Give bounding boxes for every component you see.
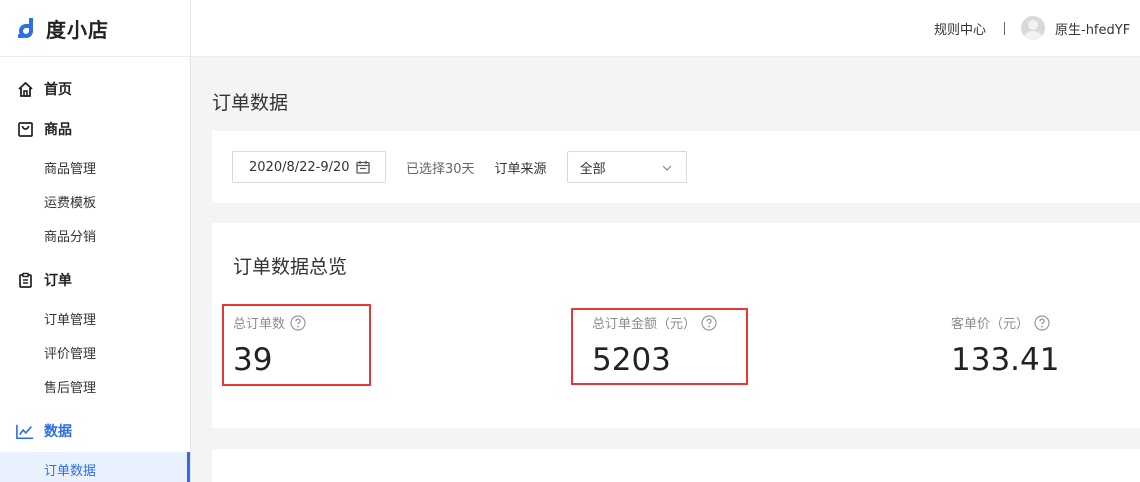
filter-bar: 2020/8/22-9/20 已选择30天 订单来源 全部 [212, 131, 1140, 203]
selected-range-note: 已选择30天 [406, 161, 475, 177]
help-icon[interactable] [701, 314, 717, 331]
metric-value: 5203 [592, 342, 671, 378]
sidebar-item-order-data[interactable]: 订单数据 [0, 452, 190, 482]
sidebar-group-data[interactable]: 数据 [0, 417, 190, 445]
user-name[interactable]: 原生-hfedYF [1055, 19, 1140, 38]
next-section-card [212, 449, 1140, 482]
metric-label-text: 客单价（元） [951, 317, 1030, 332]
metric-value: 133.41 [951, 342, 1060, 378]
sidebar-nav: 首页 商品 商品管理 运费模板 商品分销 订单 订单管理 评价管理 售后管理 数… [0, 57, 190, 482]
date-range-picker[interactable]: 2020/8/22-9/20 [232, 151, 386, 183]
help-icon[interactable] [290, 314, 306, 331]
sidebar-item-goods-manage[interactable]: 商品管理 [0, 150, 190, 184]
line-chart-icon [16, 422, 34, 440]
date-range-value: 2020/8/22-9/20 [249, 159, 350, 175]
app-logo[interactable]: 度小店 [0, 0, 190, 57]
metric-label: 客单价（元） [951, 313, 1059, 332]
sidebar-group-label: 商品 [44, 122, 72, 138]
sidebar-item-label: 首页 [44, 82, 72, 98]
overview-card: 订单数据总览 总订单数 39 总订单金额（元） 5203 客单价（元） 133.… [212, 223, 1140, 428]
metric-total-orders: 总订单数 39 [233, 313, 306, 378]
sidebar-item-order-manage[interactable]: 订单管理 [0, 301, 190, 335]
metric-total-amount: 总订单金额（元） 5203 [592, 313, 717, 378]
sidebar-group-label: 订单 [44, 273, 72, 289]
metric-label: 总订单数 [233, 313, 306, 332]
header-divider [1004, 21, 1005, 35]
sidebar-group-label: 数据 [44, 424, 72, 440]
order-source-select[interactable]: 全部 [566, 151, 687, 183]
shopping-bag-icon [16, 120, 34, 138]
sidebar-item-shipping-template[interactable]: 运费模板 [0, 184, 190, 218]
app-name: 度小店 [46, 17, 109, 42]
metric-label: 总订单金额（元） [592, 313, 717, 332]
order-source-value: 全部 [579, 161, 606, 177]
avatar[interactable] [1021, 16, 1045, 40]
logo-icon [18, 18, 33, 38]
chevron-down-icon [662, 160, 672, 175]
home-icon [16, 80, 34, 98]
sidebar-item-goods-distribution[interactable]: 商品分销 [0, 218, 190, 252]
sidebar-group-goods[interactable]: 商品 [0, 115, 190, 143]
metric-value: 39 [233, 342, 273, 378]
clipboard-icon [16, 271, 34, 289]
sidebar-item-aftersale-manage[interactable]: 售后管理 [0, 369, 190, 403]
metric-avg-order-value: 客单价（元） 133.41 [951, 313, 1059, 378]
order-source-label: 订单来源 [494, 161, 547, 177]
metric-label-text: 总订单金额（元） [592, 317, 697, 332]
calendar-icon [355, 160, 370, 174]
page-title: 订单数据 [212, 92, 289, 114]
overview-title: 订单数据总览 [233, 256, 348, 278]
metric-label-text: 总订单数 [233, 317, 286, 332]
sidebar-group-orders[interactable]: 订单 [0, 266, 190, 294]
sidebar: 度小店 首页 商品 商品管理 运费模板 商品分销 订单 订单管理 评价管理 售后… [0, 0, 191, 482]
sidebar-item-review-manage[interactable]: 评价管理 [0, 335, 190, 369]
rule-center-link[interactable]: 规则中心 [934, 19, 986, 38]
top-header: 规则中心 原生-hfedYF [191, 0, 1140, 57]
sidebar-item-home[interactable]: 首页 [0, 75, 190, 103]
help-icon[interactable] [1034, 314, 1050, 331]
